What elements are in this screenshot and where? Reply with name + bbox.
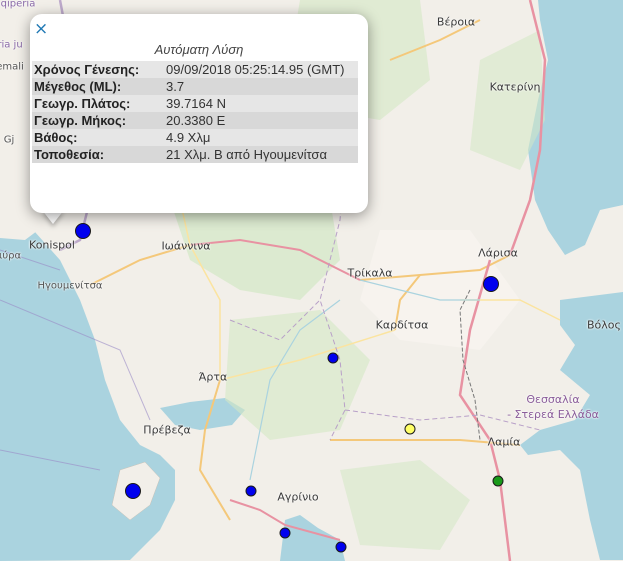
region-label-line2: - Στερεά Ελλάδα bbox=[507, 408, 599, 421]
quake-marker-yellow[interactable] bbox=[404, 423, 416, 435]
earthquake-details-table: Χρόνος Γένεσης: 09/09/2018 05:25:14.95 (… bbox=[32, 61, 358, 163]
quake-marker-selected[interactable] bbox=[75, 223, 91, 239]
city-label-katerini: Κατερίνη bbox=[489, 80, 541, 94]
row-key: Βάθος: bbox=[32, 129, 164, 146]
row-key: Μέγεθος (ML): bbox=[32, 78, 164, 95]
row-key: Γεωγρ. Μήκος: bbox=[32, 112, 164, 129]
close-icon[interactable]: × bbox=[34, 20, 48, 38]
city-label-karditsa: Καρδίτσα bbox=[375, 318, 429, 332]
edge-label-qiperia: qipëria bbox=[0, 0, 36, 10]
row-key: Τοποθεσία: bbox=[32, 146, 164, 163]
city-label-ioannina: Ιωάννινα bbox=[161, 239, 211, 253]
region-label-line1: Θεσσαλία bbox=[526, 393, 580, 406]
quake-marker-lefkada[interactable] bbox=[125, 483, 141, 499]
city-label-arta: Άρτα bbox=[198, 370, 228, 384]
quake-marker-larisa[interactable] bbox=[483, 276, 499, 292]
row-key: Χρόνος Γένεσης: bbox=[32, 61, 164, 78]
edge-label-emali: emali bbox=[0, 61, 24, 73]
table-row: Χρόνος Γένεσης: 09/09/2018 05:25:14.95 (… bbox=[32, 61, 358, 78]
region-label-thessalia: Θεσσαλία - Στερεά Ελλάδα bbox=[507, 392, 599, 422]
row-value: 09/09/2018 05:25:14.95 (GMT) bbox=[164, 61, 358, 78]
table-row: Γεωγρ. Πλάτος: 39.7164 N bbox=[32, 95, 358, 112]
row-value: 3.7 bbox=[164, 78, 358, 95]
city-label-lamia: Λαμία bbox=[487, 435, 521, 449]
city-label-larisa: Λάρισα bbox=[478, 246, 518, 260]
table-row: Μέγεθος (ML): 3.7 bbox=[32, 78, 358, 95]
table-row: Γεωγρ. Μήκος: 20.3380 E bbox=[32, 112, 358, 129]
city-label-konispol: Konispol bbox=[29, 238, 75, 252]
city-label-veroia: Βέροια bbox=[436, 15, 476, 29]
row-value: 20.3380 E bbox=[164, 112, 358, 129]
edge-label-gj: Gj bbox=[3, 134, 15, 146]
city-label-trikala: Τρίκαλα bbox=[347, 266, 393, 280]
city-label-volos: Βόλος bbox=[587, 318, 621, 332]
city-label-igoumenitsa: Ηγουμενίτσα bbox=[37, 280, 103, 292]
edge-label-ria-ju: ria ju bbox=[0, 39, 23, 51]
earthquake-popup: × Αυτόματη Λύση Χρόνος Γένεσης: 09/09/20… bbox=[30, 14, 368, 213]
quake-marker-agrinio[interactable] bbox=[279, 527, 291, 539]
row-value: 21 Χλμ. Β από Ηγουμενίτσα bbox=[164, 146, 358, 163]
quake-marker-pindos[interactable] bbox=[327, 352, 339, 364]
quake-marker-amfilochia[interactable] bbox=[245, 485, 257, 497]
table-row: Τοποθεσία: 21 Χλμ. Β από Ηγουμενίτσα bbox=[32, 146, 358, 163]
quake-marker-south[interactable] bbox=[335, 541, 347, 553]
city-label-preveza: Πρέβεζα bbox=[143, 423, 191, 437]
table-row: Βάθος: 4.9 Χλμ bbox=[32, 129, 358, 146]
row-value: 39.7164 N bbox=[164, 95, 358, 112]
quake-marker-green[interactable] bbox=[492, 475, 504, 487]
row-value: 4.9 Χλμ bbox=[164, 129, 358, 146]
row-key: Γεωγρ. Πλάτος: bbox=[32, 95, 164, 112]
popup-title: Αυτόματη Λύση bbox=[154, 42, 244, 57]
city-label-agrinio: Αγρίνιο bbox=[277, 490, 319, 504]
edge-label-ra: ιύρα bbox=[0, 250, 22, 262]
